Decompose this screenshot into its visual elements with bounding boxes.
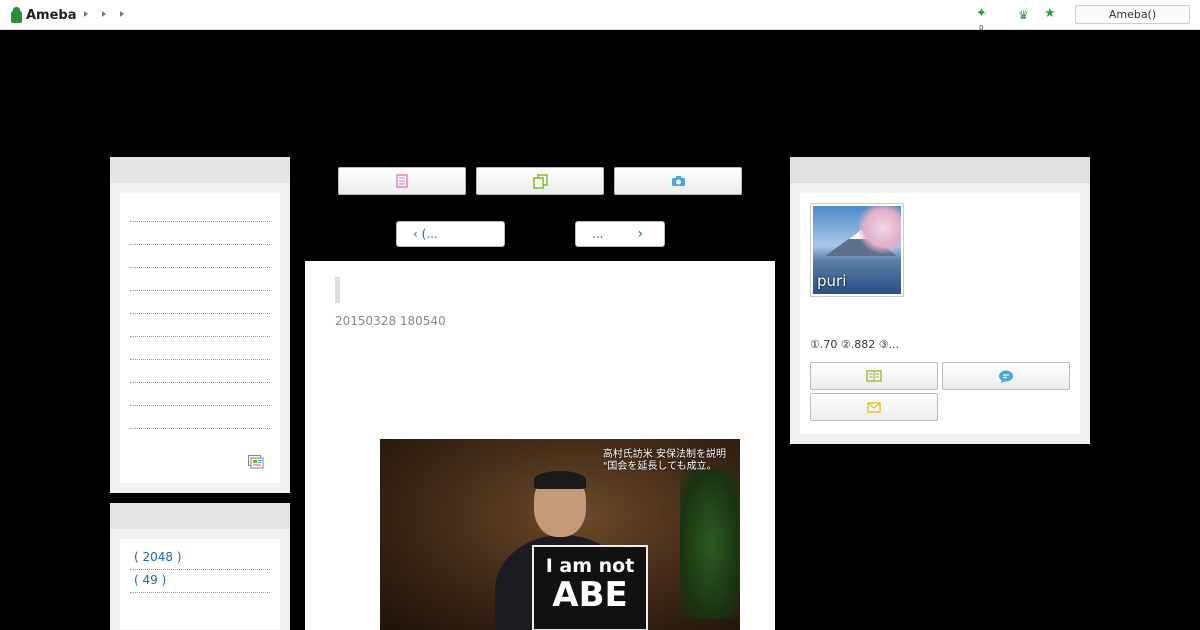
ameba-logo[interactable]: Ameba <box>10 6 77 24</box>
nav-arrow-icon[interactable] <box>102 11 106 17</box>
prev-entry-button[interactable]: ‹ (... <box>396 221 505 247</box>
profile-box-body: puri ①.70 ②.882 ③... <box>800 193 1080 434</box>
list-item[interactable] <box>130 337 270 360</box>
avatar-image: puri <box>813 206 901 294</box>
profile-box-header <box>790 157 1090 183</box>
camera-icon <box>671 176 685 186</box>
article-date: 20150328 180540 <box>335 314 446 328</box>
article: 20150328 180540 高村氏訪米 安保法制を説明 "国会を延長しても成… <box>305 261 775 630</box>
feed-icon[interactable] <box>248 455 264 469</box>
star-icon[interactable]: ★ <box>1044 6 1056 21</box>
left-category-box: ( 2048 ) ( 49 ) <box>110 503 290 630</box>
tab-pages[interactable] <box>476 167 604 195</box>
list-item[interactable] <box>130 268 270 291</box>
nav-arrow-icon[interactable] <box>120 11 124 17</box>
sidebar-box-header <box>110 157 290 183</box>
category-link[interactable]: ( 2048 ) <box>130 547 270 570</box>
ameba-account-button[interactable]: Ameba() <box>1075 5 1190 24</box>
reader-button[interactable] <box>810 362 938 390</box>
message-button[interactable] <box>942 362 1070 390</box>
logo-text: Ameba <box>26 7 77 23</box>
photo-plant <box>680 469 740 619</box>
photo-sign: I am not ABE <box>532 545 648 630</box>
category-list: ( 2048 ) ( 49 ) <box>120 539 280 629</box>
message-bubble-icon <box>999 370 1013 383</box>
crown-icon[interactable]: ♛ <box>1018 8 1029 22</box>
title-accent-bar <box>335 277 340 303</box>
chevron-right-icon: › <box>637 226 644 242</box>
next-entry-label: ... <box>592 227 604 241</box>
profile-stats: ①.70 ②.882 ③... <box>810 338 900 351</box>
photo-caption: 高村氏訪米 安保法制を説明 "国会を延長しても成立。 <box>602 449 726 472</box>
list-item[interactable] <box>130 360 270 383</box>
photo-person-hair <box>534 471 586 489</box>
list-item[interactable] <box>130 406 270 429</box>
header-nav <box>84 11 124 17</box>
tab-photos[interactable] <box>614 167 742 195</box>
ameba-mascot-icon <box>10 6 23 24</box>
profile-avatar[interactable]: puri <box>810 203 904 297</box>
sidebar-box-body <box>120 193 280 483</box>
prev-entry-label: ‹ (... <box>413 227 438 241</box>
sidebar-box-header <box>110 503 290 529</box>
tab-entries[interactable] <box>338 167 466 195</box>
notification-count: 0 <box>979 24 984 32</box>
category-link[interactable]: ( 49 ) <box>130 570 270 593</box>
profile-box: puri ①.70 ②.882 ③... <box>790 157 1090 444</box>
list-item[interactable] <box>130 314 270 337</box>
notification-sparkle-icon[interactable]: ✦ <box>976 6 987 21</box>
next-entry-button[interactable]: ... › <box>575 221 665 247</box>
profile-name: puri <box>817 272 847 290</box>
nav-arrow-icon[interactable] <box>84 11 88 17</box>
list-item[interactable] <box>130 383 270 406</box>
list-item[interactable] <box>130 291 270 314</box>
article-photo[interactable]: 高村氏訪米 安保法制を説明 "国会を延長しても成立。 I am not ABE <box>380 439 740 630</box>
left-sidebar-box <box>110 157 290 493</box>
reader-icon <box>866 370 882 382</box>
sidebar-list <box>130 199 270 429</box>
top-header: Ameba ✦ 0 ♛ ★ Ameba() <box>0 0 1200 32</box>
list-item[interactable] <box>130 222 270 245</box>
notebook-icon <box>396 174 408 188</box>
list-item[interactable] <box>130 245 270 268</box>
copy-pages-icon <box>532 173 548 189</box>
mail-icon <box>867 401 881 413</box>
mail-button[interactable] <box>810 393 938 421</box>
list-item[interactable] <box>130 199 270 222</box>
